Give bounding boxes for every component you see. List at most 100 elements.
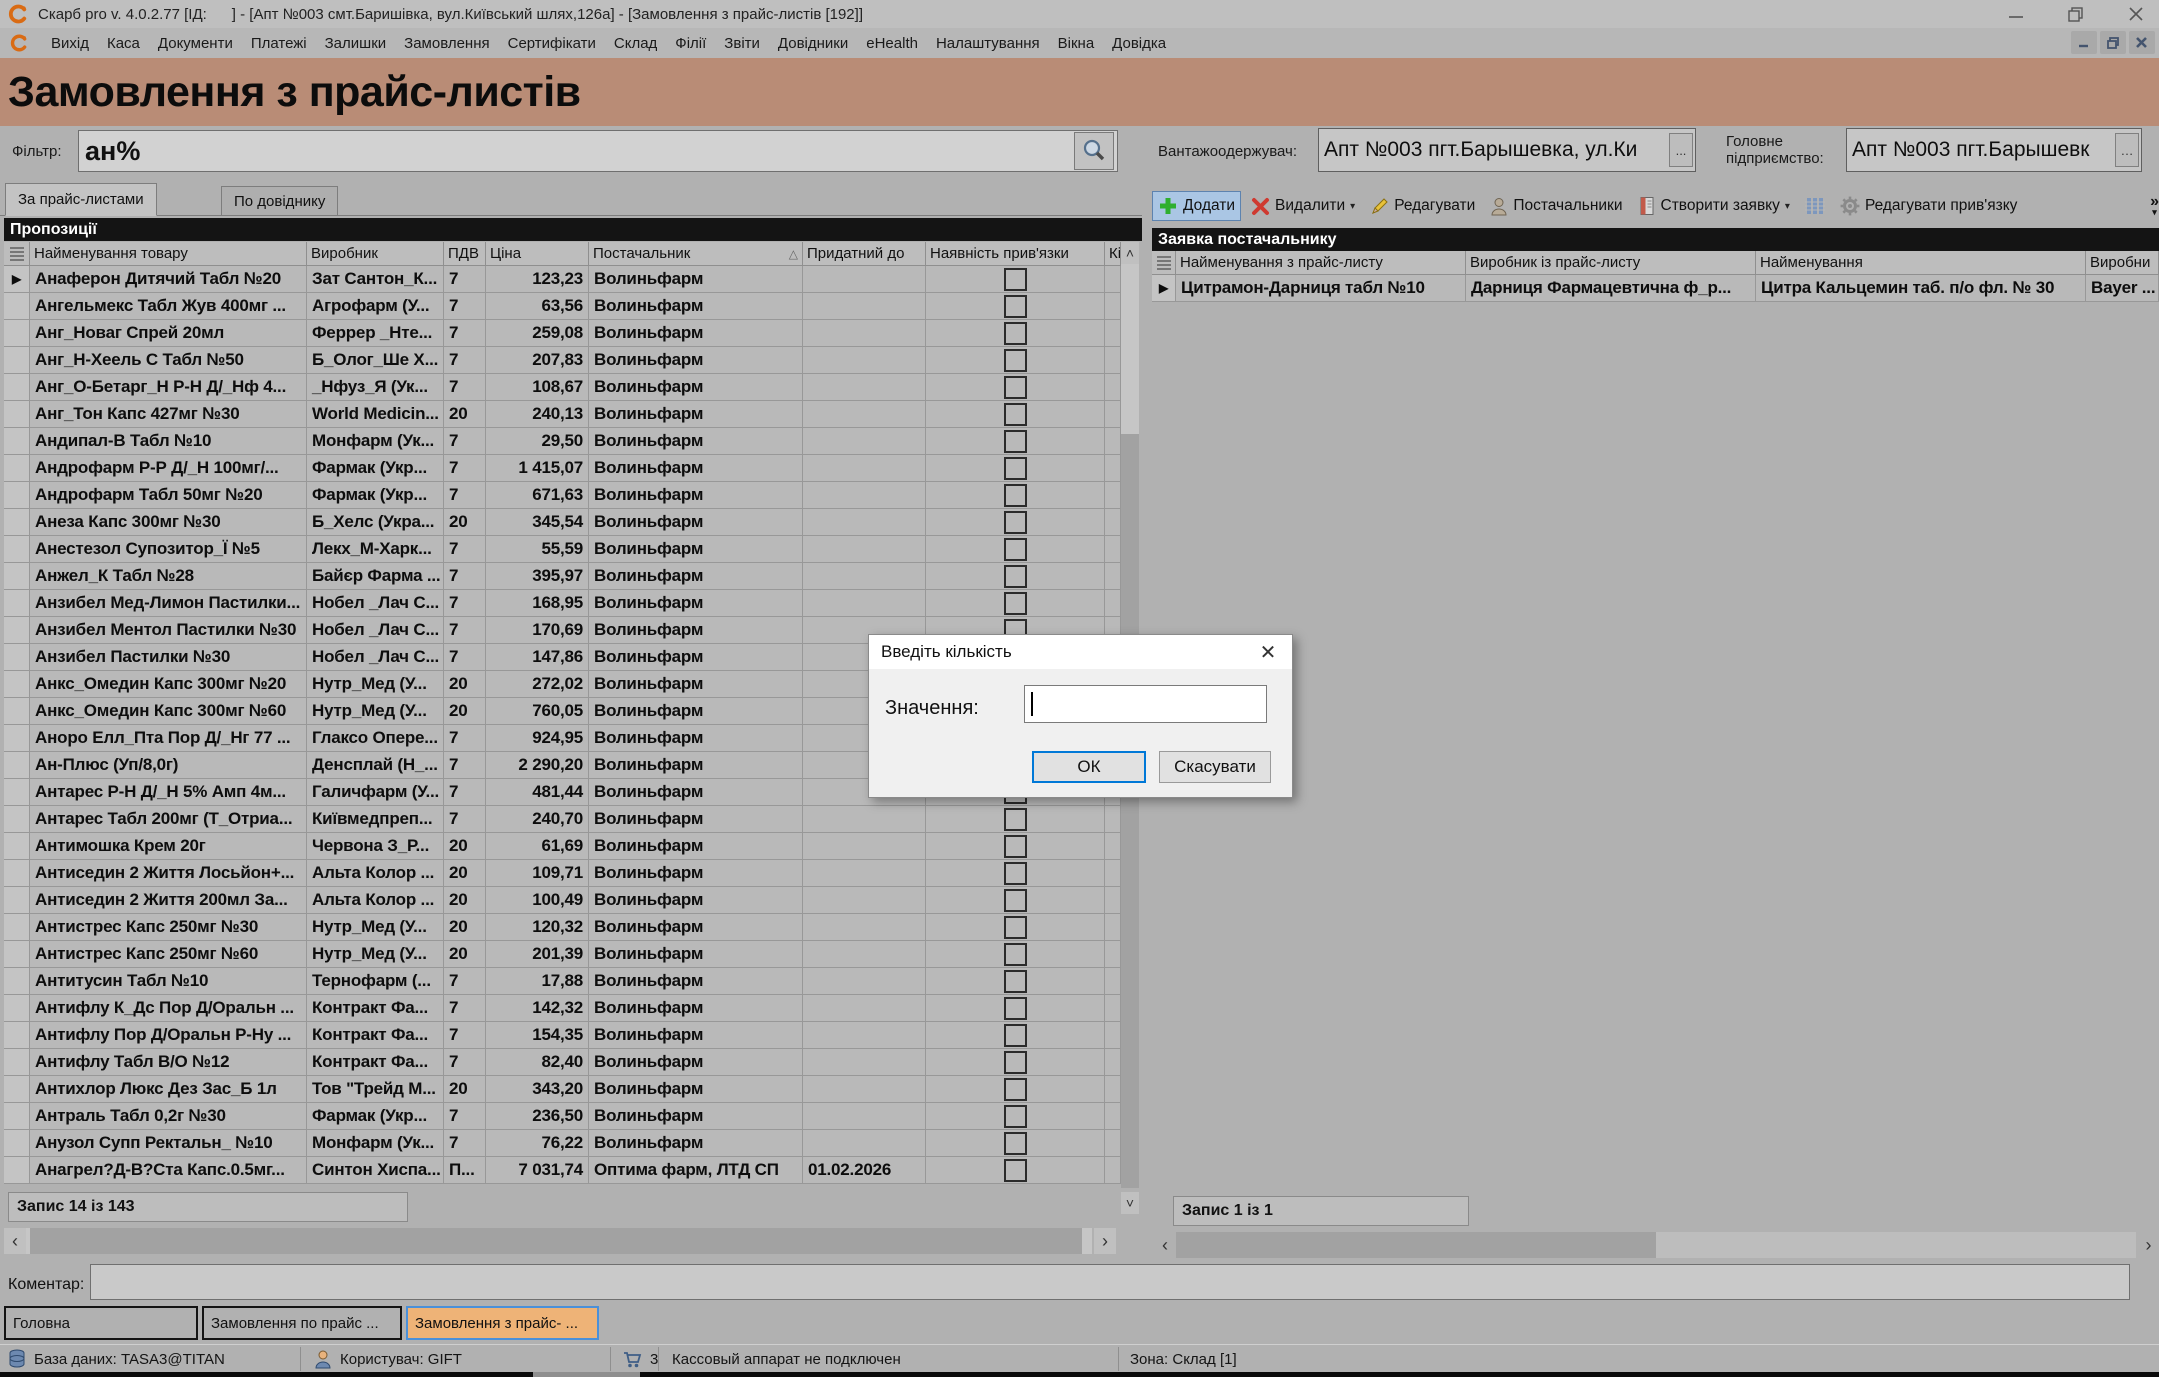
- cell[interactable]: Дарниця Фармацевтична ф_р...: [1466, 275, 1756, 302]
- column-header-Постачальник[interactable]: Постачальник△: [589, 242, 803, 266]
- checkbox-unchecked[interactable]: [1004, 943, 1027, 966]
- row-selector[interactable]: [4, 1022, 30, 1049]
- checkbox-unchecked[interactable]: [1004, 889, 1027, 912]
- cell[interactable]: 63,56: [486, 293, 589, 320]
- cell[interactable]: Волиньфарм: [589, 833, 803, 860]
- cell[interactable]: [803, 482, 926, 509]
- quantity-cell[interactable]: [1105, 563, 1121, 590]
- cell[interactable]: Анузол Супп Ректальн_ №10: [30, 1130, 307, 1157]
- cell[interactable]: 7: [444, 1103, 486, 1130]
- binding-cell[interactable]: [926, 941, 1105, 968]
- cell[interactable]: 108,67: [486, 374, 589, 401]
- cell[interactable]: Антиседин 2 Життя Лосьйон+...: [30, 860, 307, 887]
- table-row[interactable]: Ангельмекс Табл Жув 400мг ...Агрофарм (У…: [4, 293, 1121, 320]
- cell[interactable]: Волиньфарм: [589, 563, 803, 590]
- cell[interactable]: Волиньфарм: [589, 455, 803, 482]
- cell[interactable]: 7: [444, 779, 486, 806]
- row-selector[interactable]: [4, 1130, 30, 1157]
- cell[interactable]: Б_Хелс (Укра...: [307, 509, 444, 536]
- cell[interactable]: 481,44: [486, 779, 589, 806]
- table-row[interactable]: Антифлу К_Дс Пор Д/Оральн ...Контракт Фа…: [4, 995, 1121, 1022]
- binding-cell[interactable]: [926, 1157, 1105, 1184]
- toolbar-button-Постачальники[interactable]: Постачальники: [1485, 193, 1627, 220]
- cell[interactable]: Нутр_Мед (У...: [307, 914, 444, 941]
- cell[interactable]: Bayer ...: [2086, 275, 2159, 302]
- cell[interactable]: 109,71: [486, 860, 589, 887]
- toolbar-button-list-icon[interactable]: [1800, 193, 1830, 219]
- row-selector[interactable]: [4, 806, 30, 833]
- row-selector[interactable]: [4, 320, 30, 347]
- cell[interactable]: 272,02: [486, 671, 589, 698]
- mdi-close-button[interactable]: [2129, 31, 2155, 54]
- cell[interactable]: 7: [444, 428, 486, 455]
- row-selector[interactable]: [4, 779, 30, 806]
- table-row[interactable]: Антраль Табл 0,2г №30Фармак (Укр...7236,…: [4, 1103, 1121, 1130]
- table-row[interactable]: Анжел_К Табл №28Байєр Фарма ...7395,97Во…: [4, 563, 1121, 590]
- cell[interactable]: Волиньфарм: [589, 1022, 803, 1049]
- cell[interactable]: Волиньфарм: [589, 1103, 803, 1130]
- cell[interactable]: Андрофарм Р-Р Д/_Н 100мг/...: [30, 455, 307, 482]
- toolbar-button-Створити заявку[interactable]: Створити заявку▾: [1633, 192, 1795, 220]
- cell[interactable]: World Medicin...: [307, 401, 444, 428]
- column-header-Придатний до[interactable]: Придатний до: [803, 242, 926, 266]
- cell[interactable]: 207,83: [486, 347, 589, 374]
- cell[interactable]: Волиньфарм: [589, 698, 803, 725]
- quantity-cell[interactable]: [1105, 1157, 1121, 1184]
- cell[interactable]: Волиньфарм: [589, 860, 803, 887]
- row-selector[interactable]: [4, 671, 30, 698]
- cell[interactable]: Анагрел?Д-В?Ста Капс.0.5мг...: [30, 1157, 307, 1184]
- cell[interactable]: Волиньфарм: [589, 779, 803, 806]
- checkbox-unchecked[interactable]: [1004, 295, 1027, 318]
- cell[interactable]: Тов "Трейд М...: [307, 1076, 444, 1103]
- cell[interactable]: Волиньфарм: [589, 347, 803, 374]
- row-selector[interactable]: [4, 536, 30, 563]
- cell[interactable]: Антарес Табл 200мг (Т_Отриа...: [30, 806, 307, 833]
- cell[interactable]: 7: [444, 968, 486, 995]
- binding-cell[interactable]: [926, 860, 1105, 887]
- quantity-cell[interactable]: [1105, 482, 1121, 509]
- quantity-cell[interactable]: [1105, 1076, 1121, 1103]
- table-row[interactable]: Антифлу Пор Д/Оральн Р-Ну ...Контракт Фа…: [4, 1022, 1121, 1049]
- table-row[interactable]: Антихлор Люкс Дез Зас_Б 1лТов "Трейд М..…: [4, 1076, 1121, 1103]
- cell[interactable]: Нобел _Лач С...: [307, 617, 444, 644]
- table-row[interactable]: Антитусин Табл №10Тернофарм (...717,88Во…: [4, 968, 1121, 995]
- cell[interactable]: Монфарм (Ук...: [307, 428, 444, 455]
- cell[interactable]: Червона З_Р...: [307, 833, 444, 860]
- cell[interactable]: 20: [444, 1076, 486, 1103]
- offers-vscroll-down-button[interactable]: ˅: [1121, 1192, 1139, 1214]
- binding-cell[interactable]: [926, 293, 1105, 320]
- cell[interactable]: 7: [444, 806, 486, 833]
- menu-item-Каса[interactable]: Каса: [98, 31, 149, 56]
- cell[interactable]: 55,59: [486, 536, 589, 563]
- cell[interactable]: Волиньфарм: [589, 644, 803, 671]
- binding-cell[interactable]: [926, 347, 1105, 374]
- cell[interactable]: Антиседин 2 Життя 200мл За...: [30, 887, 307, 914]
- cell[interactable]: Волиньфарм: [589, 293, 803, 320]
- row-selector[interactable]: [4, 698, 30, 725]
- menu-item-Довідка[interactable]: Довідка: [1103, 31, 1175, 56]
- quantity-cell[interactable]: [1105, 266, 1121, 293]
- binding-cell[interactable]: [926, 1076, 1105, 1103]
- cell[interactable]: Анг_Новаг Спрей 20мл: [30, 320, 307, 347]
- cell[interactable]: Анг_Н-Хеель С Табл №50: [30, 347, 307, 374]
- cell[interactable]: Фармак (Укр...: [307, 482, 444, 509]
- cell[interactable]: Волиньфарм: [589, 266, 803, 293]
- checkbox-unchecked[interactable]: [1004, 1159, 1027, 1182]
- cell[interactable]: Фармак (Укр...: [307, 1103, 444, 1130]
- menu-item-Звіти[interactable]: Звіти: [715, 31, 769, 56]
- cell[interactable]: 7: [444, 752, 486, 779]
- table-row[interactable]: Анг_Тон Капс 427мг №30World Medicin...20…: [4, 401, 1121, 428]
- menu-item-Довідники[interactable]: Довідники: [769, 31, 857, 56]
- cell[interactable]: Анкс_Омедин Капс 300мг №20: [30, 671, 307, 698]
- cell[interactable]: [803, 1076, 926, 1103]
- cell[interactable]: [803, 347, 926, 374]
- cell[interactable]: Анеза Капс 300мг №30: [30, 509, 307, 536]
- checkbox-unchecked[interactable]: [1004, 511, 1027, 534]
- cell[interactable]: 345,54: [486, 509, 589, 536]
- checkbox-unchecked[interactable]: [1004, 835, 1027, 858]
- cell[interactable]: [803, 806, 926, 833]
- cell[interactable]: 142,32: [486, 995, 589, 1022]
- cell[interactable]: 20: [444, 833, 486, 860]
- binding-cell[interactable]: [926, 401, 1105, 428]
- cell[interactable]: Анкс_Омедин Капс 300мг №60: [30, 698, 307, 725]
